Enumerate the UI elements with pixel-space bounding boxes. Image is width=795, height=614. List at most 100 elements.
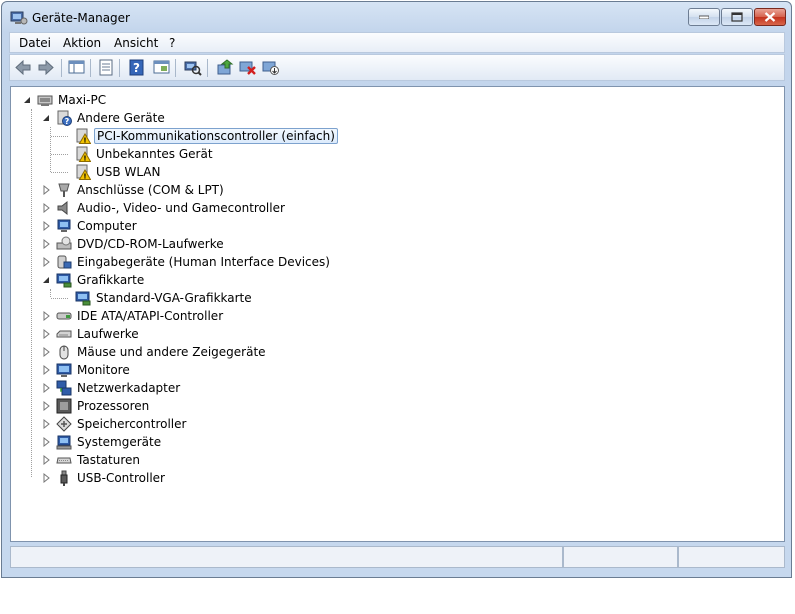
tree-label: Audio-, Video- und Gamecontroller bbox=[77, 201, 285, 215]
back-icon[interactable] bbox=[14, 59, 32, 76]
tree-node-andere-geraete[interactable]: ? Andere Geräte bbox=[42, 109, 167, 127]
tree-node-usb-wlan[interactable]: ! USB WLAN bbox=[75, 163, 162, 181]
tree-node-systemgeraete[interactable]: Systemgeräte bbox=[42, 433, 163, 451]
expand-arrow-icon[interactable] bbox=[42, 473, 52, 483]
tree-node-dvd[interactable]: DVD/CD-ROM-Laufwerke bbox=[42, 235, 226, 253]
tree-label: Netzwerkadapter bbox=[77, 381, 181, 395]
maximize-button[interactable] bbox=[721, 8, 753, 26]
tree-label: Tastaturen bbox=[77, 453, 140, 467]
svg-text:!: ! bbox=[83, 173, 86, 180]
tree-node-ide[interactable]: IDE ATA/ATAPI-Controller bbox=[42, 307, 225, 325]
expand-arrow-icon[interactable] bbox=[42, 419, 52, 429]
menu-help[interactable]: ? bbox=[169, 36, 175, 50]
status-pane-2 bbox=[563, 546, 678, 568]
device-manager-app-icon bbox=[10, 10, 28, 26]
collapse-arrow-icon[interactable] bbox=[42, 275, 52, 285]
expand-arrow-icon[interactable] bbox=[42, 401, 52, 411]
tree-label: Maxi-PC bbox=[58, 93, 107, 107]
expand-arrow-icon[interactable] bbox=[42, 239, 52, 249]
help-icon[interactable]: ? bbox=[128, 59, 146, 76]
tree-node-grafikkarte[interactable]: Grafikkarte bbox=[42, 271, 146, 289]
update-driver-icon[interactable] bbox=[216, 59, 234, 76]
expand-arrow-icon[interactable] bbox=[42, 257, 52, 267]
tree-label: Speichercontroller bbox=[77, 417, 187, 431]
expand-arrow-icon[interactable] bbox=[42, 185, 52, 195]
svg-text:!: ! bbox=[83, 155, 86, 162]
disk-drive-icon bbox=[56, 326, 72, 342]
tree-label: Monitore bbox=[77, 363, 130, 377]
console-tree-icon[interactable] bbox=[68, 59, 86, 76]
window-title: Geräte-Manager bbox=[32, 11, 130, 25]
unknown-device-icon: ? bbox=[56, 110, 72, 126]
tree-node-standard-vga[interactable]: Standard-VGA-Grafikkarte bbox=[75, 289, 254, 307]
disable-icon[interactable] bbox=[262, 59, 280, 76]
tree-node-root[interactable]: Maxi-PC bbox=[23, 91, 108, 109]
expand-arrow-icon[interactable] bbox=[42, 203, 52, 213]
tree-node-computer[interactable]: Computer bbox=[42, 217, 139, 235]
expand-arrow-icon[interactable] bbox=[42, 311, 52, 321]
tree-label: Standard-VGA-Grafikkarte bbox=[96, 291, 252, 305]
device-tree[interactable]: Maxi-PC ? Andere Geräte ! PCI-Kommunikat… bbox=[10, 86, 785, 542]
uninstall-icon[interactable] bbox=[239, 59, 257, 76]
network-adapter-icon bbox=[56, 380, 72, 396]
close-button[interactable] bbox=[754, 8, 786, 26]
display-adapter-icon bbox=[75, 290, 91, 306]
title-bar[interactable]: Geräte-Manager bbox=[2, 2, 791, 32]
tree-node-maeuse[interactable]: Mäuse und andere Zeigegeräte bbox=[42, 343, 268, 361]
svg-text:!: ! bbox=[83, 137, 86, 144]
monitor-icon bbox=[56, 362, 72, 378]
tree-node-pci-controller[interactable]: ! PCI-Kommunikationscontroller (einfach) bbox=[75, 127, 338, 145]
expand-arrow-icon[interactable] bbox=[42, 455, 52, 465]
expand-arrow-icon[interactable] bbox=[42, 347, 52, 357]
display-adapter-icon bbox=[56, 272, 72, 288]
tree-node-tastaturen[interactable]: Tastaturen bbox=[42, 451, 142, 469]
tree-node-speichercontroller[interactable]: Speichercontroller bbox=[42, 415, 188, 433]
tree-node-prozessoren[interactable]: Prozessoren bbox=[42, 397, 151, 415]
computer-icon bbox=[56, 218, 72, 234]
input-device-icon bbox=[56, 254, 72, 270]
tree-node-eingabegeraete[interactable]: Eingabegeräte (Human Interface Devices) bbox=[42, 253, 332, 271]
scan-hardware-icon[interactable] bbox=[184, 59, 202, 76]
collapse-arrow-icon[interactable] bbox=[23, 95, 33, 105]
menu-ansicht[interactable]: Ansicht bbox=[114, 36, 158, 50]
menu-aktion[interactable]: Aktion bbox=[63, 36, 101, 50]
expand-arrow-icon[interactable] bbox=[42, 221, 52, 231]
tree-node-usb-controller[interactable]: USB-Controller bbox=[42, 469, 167, 487]
storage-controller-icon bbox=[56, 416, 72, 432]
collapse-arrow-icon[interactable] bbox=[42, 113, 52, 123]
tree-node-netzwerkadapter[interactable]: Netzwerkadapter bbox=[42, 379, 182, 397]
view-icon[interactable] bbox=[153, 59, 171, 76]
processor-icon bbox=[56, 398, 72, 414]
expand-arrow-icon[interactable] bbox=[42, 365, 52, 375]
tree-node-monitore[interactable]: Monitore bbox=[42, 361, 132, 379]
tree-node-audio[interactable]: Audio-, Video- und Gamecontroller bbox=[42, 199, 287, 217]
tree-node-anschluesse[interactable]: Anschlüsse (COM & LPT) bbox=[42, 181, 226, 199]
device-manager-window: Geräte-Manager Datei Aktion Ansicht ? ? … bbox=[1, 1, 792, 578]
tree-node-unbekanntes-geraet[interactable]: ! Unbekanntes Gerät bbox=[75, 145, 215, 163]
tree-label: Unbekanntes Gerät bbox=[96, 147, 213, 161]
svg-text:?: ? bbox=[133, 61, 140, 75]
tree-label: USB WLAN bbox=[96, 165, 161, 179]
minimize-button[interactable] bbox=[688, 8, 720, 26]
minimize-icon bbox=[699, 15, 709, 19]
optical-drive-icon bbox=[56, 236, 72, 252]
properties-icon[interactable] bbox=[97, 59, 115, 76]
expand-arrow-icon[interactable] bbox=[42, 437, 52, 447]
expand-arrow-icon[interactable] bbox=[42, 383, 52, 393]
computer-icon bbox=[37, 92, 53, 108]
close-icon bbox=[764, 12, 776, 22]
menu-datei[interactable]: Datei bbox=[19, 36, 51, 50]
warning-device-icon: ! bbox=[75, 128, 91, 144]
tree-label: Mäuse und andere Zeigegeräte bbox=[77, 345, 266, 359]
tree-label: Laufwerke bbox=[77, 327, 139, 341]
maximize-icon bbox=[731, 12, 743, 22]
expand-arrow-icon[interactable] bbox=[42, 329, 52, 339]
system-device-icon bbox=[56, 434, 72, 450]
forward-icon[interactable] bbox=[37, 59, 55, 76]
status-bar bbox=[10, 546, 785, 570]
usb-icon bbox=[56, 470, 72, 486]
tree-label: USB-Controller bbox=[77, 471, 165, 485]
tree-node-laufwerke[interactable]: Laufwerke bbox=[42, 325, 141, 343]
tree-label: DVD/CD-ROM-Laufwerke bbox=[77, 237, 224, 251]
status-pane-main bbox=[10, 546, 563, 568]
